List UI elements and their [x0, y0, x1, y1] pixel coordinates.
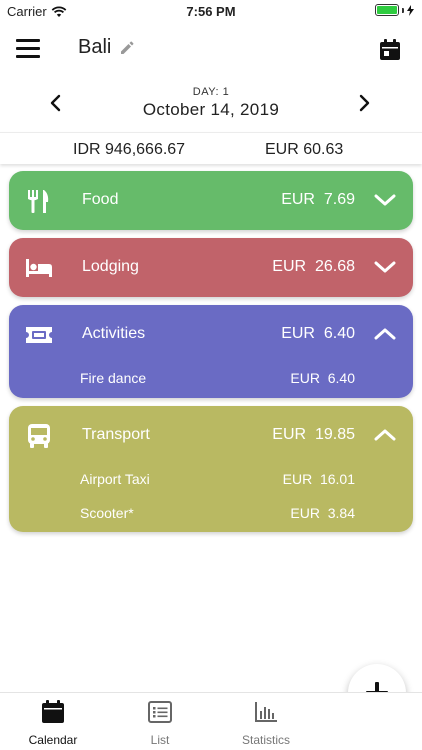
- category-name: Transport: [82, 426, 150, 443]
- battery-cap: [402, 7, 404, 13]
- trip-title: Bali: [78, 36, 112, 58]
- list-icon: [148, 701, 172, 723]
- pencil-edit-icon[interactable]: [119, 40, 135, 56]
- category-amount: EUR 19.85: [272, 426, 355, 443]
- bar-chart-icon: [255, 702, 277, 722]
- expense-item[interactable]: Scooter* EUR 3.84: [9, 499, 413, 533]
- tab-label: List: [150, 733, 170, 747]
- daily-totals-bar: IDR 946,666.67 EUR 60.63: [0, 132, 422, 164]
- charging-bolt-icon: [407, 4, 414, 16]
- category-card-lodging: Lodging EUR 26.68: [9, 238, 413, 297]
- category-amount: EUR 6.40: [281, 325, 355, 342]
- category-name: Activities: [82, 325, 146, 342]
- chevron-down-icon[interactable]: [374, 193, 396, 207]
- total-eur: EUR 60.63: [265, 141, 344, 158]
- next-day-chevron-icon[interactable]: [356, 94, 372, 112]
- expense-amount: EUR 6.40: [290, 370, 355, 386]
- bed-icon: [26, 259, 52, 277]
- calendar-icon: [42, 700, 64, 723]
- battery-icon: [375, 4, 399, 16]
- tab-list[interactable]: List: [110, 699, 210, 747]
- chevron-down-icon[interactable]: [374, 260, 396, 274]
- expense-name: Scooter*: [80, 505, 134, 521]
- category-name: Lodging: [82, 258, 139, 275]
- category-card-food: Food EUR 7.69: [9, 171, 413, 230]
- chevron-up-icon[interactable]: [374, 428, 396, 442]
- category-amount: EUR 26.68: [272, 258, 355, 275]
- trip-title-group: Bali: [78, 36, 135, 59]
- bus-icon: [28, 424, 50, 448]
- status-bar: Carrier 7:56 PM: [0, 0, 422, 22]
- category-amount: EUR 7.69: [281, 191, 355, 208]
- status-time: 7:56 PM: [186, 4, 236, 19]
- category-name: Food: [82, 191, 119, 208]
- ticket-icon: [26, 327, 52, 343]
- expense-amount: EUR 3.84: [290, 505, 355, 521]
- app-header: Bali: [0, 30, 422, 70]
- expense-item[interactable]: Airport Taxi EUR 16.01: [9, 465, 413, 499]
- day-navigation: DAY: 1 October 14, 2019: [0, 84, 422, 124]
- tab-calendar[interactable]: Calendar: [3, 699, 103, 747]
- total-idr: IDR 946,666.67: [73, 141, 186, 158]
- category-header-activities[interactable]: Activities EUR 6.40: [9, 305, 413, 364]
- category-header-transport[interactable]: Transport EUR 19.85: [9, 406, 413, 465]
- hamburger-menu-icon[interactable]: [16, 39, 40, 59]
- expense-name: Airport Taxi: [80, 471, 150, 487]
- category-card-activities: Activities EUR 6.40 Fire dance EUR 6.40: [9, 305, 413, 398]
- status-right: [375, 4, 414, 16]
- tab-label: Statistics: [241, 733, 290, 747]
- category-header-food[interactable]: Food EUR 7.69: [9, 171, 413, 230]
- fork-knife-icon: [28, 190, 49, 213]
- calendar-picker-icon[interactable]: [378, 38, 402, 62]
- expense-name: Fire dance: [80, 370, 147, 386]
- expense-amount: EUR 16.01: [282, 471, 355, 487]
- expense-item[interactable]: Fire dance EUR 6.40: [9, 364, 413, 398]
- category-card-transport: Transport EUR 19.85 Airport Taxi EUR 16.…: [9, 406, 413, 532]
- category-header-lodging[interactable]: Lodging EUR 26.68: [9, 238, 413, 297]
- tab-label: Calendar: [28, 733, 78, 747]
- bottom-tab-bar: Calendar List Statistics: [0, 692, 422, 750]
- tab-statistics[interactable]: Statistics: [216, 699, 316, 747]
- chevron-up-icon[interactable]: [374, 327, 396, 341]
